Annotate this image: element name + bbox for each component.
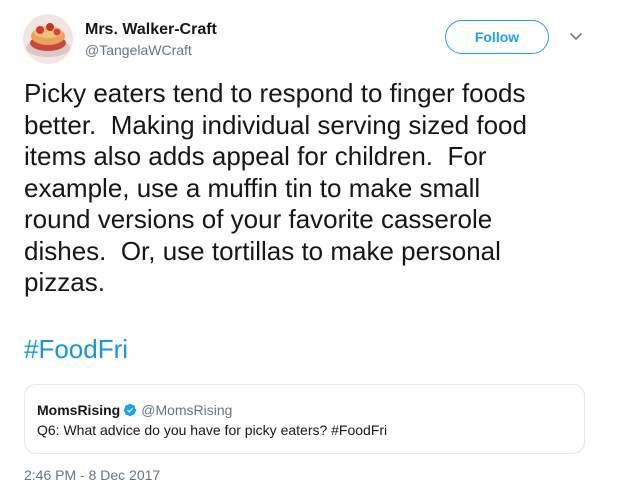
author-avatar[interactable]	[23, 14, 73, 64]
tweet-card: Mrs. Walker-Craft @TangelaWCraft Follow …	[0, 0, 624, 498]
verified-badge-icon	[123, 403, 137, 417]
follow-button[interactable]: Follow	[445, 20, 549, 54]
quoted-tweet-text: Q6: What advice do you have for picky ea…	[37, 422, 388, 438]
quoted-tweet[interactable]: MomsRising @MomsRising Q6: What advice d…	[24, 384, 585, 454]
hashtag-link[interactable]: #FoodFri	[24, 334, 128, 366]
tweet-text: Picky eaters tend to respond to finger f…	[24, 78, 527, 297]
author-display-name[interactable]: Mrs. Walker-Craft	[85, 21, 217, 39]
quoted-author-handle: @MomsRising	[141, 402, 233, 418]
chevron-down-icon[interactable]	[566, 26, 586, 46]
quoted-author-name: MomsRising	[37, 402, 121, 418]
tweet-timestamp[interactable]: 2:46 PM - 8 Dec 2017	[24, 467, 160, 483]
quoted-tweet-header: MomsRising @MomsRising	[37, 402, 232, 418]
author-handle[interactable]: @TangelaWCraft	[85, 42, 192, 58]
